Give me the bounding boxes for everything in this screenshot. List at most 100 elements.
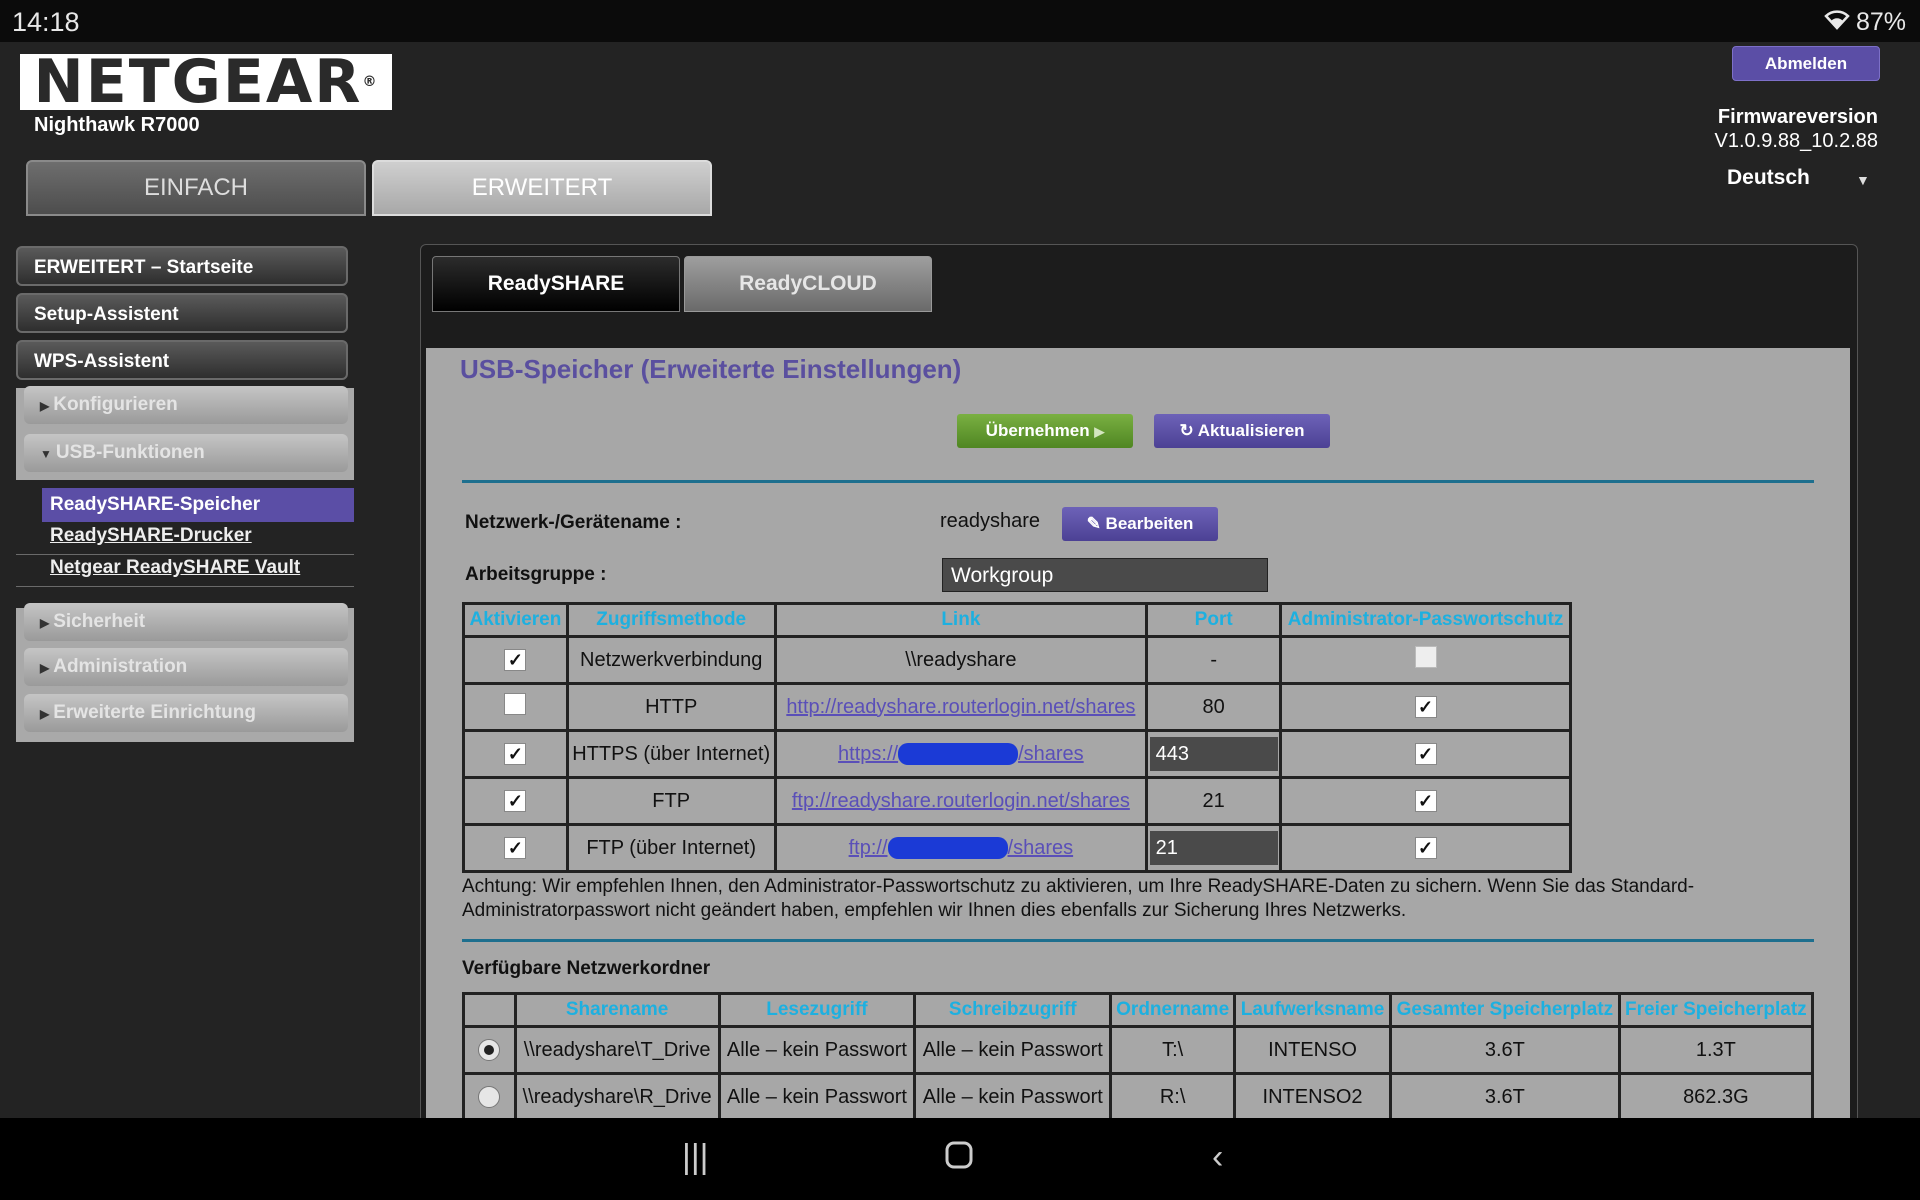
language-select[interactable]: Deutsch [1727,166,1877,190]
drive-name: INTENSO [1233,1025,1392,1075]
drive-name: INTENSO2 [1233,1072,1392,1122]
nav-usb-functions[interactable]: ▼ USB-Funktionen [24,434,348,472]
column-header: Schreibzugriff [913,992,1113,1028]
column-header: Lesezugriff [717,992,917,1028]
table-header-row: Aktivieren Zugriffsmethode Link Port Adm… [462,602,1572,638]
password-protect-checkbox[interactable]: ✓ [1414,789,1437,812]
nav-readyshare-printer[interactable]: ReadySHARE-Drucker [50,525,252,547]
table-row: HTTP http://readyshare.routerlogin.net/s… [462,682,1572,732]
table-row: ✓ Netzwerkverbindung \\readyshare - [462,635,1572,685]
column-header: Ordnername [1109,992,1237,1028]
wifi-icon [1824,8,1850,37]
triangle-down-icon: ▼ [40,447,52,461]
netgear-logo: NETGEAR® [20,54,392,110]
status-right: 87% [1824,8,1906,37]
password-protect-checkbox[interactable]: ✓ [1414,695,1437,718]
model-name: Nighthawk R7000 [34,114,200,136]
share-name: \\readyshare\T_Drive [513,1025,721,1075]
nav-administration[interactable]: ▶ Administration [24,648,348,686]
enable-checkbox[interactable]: ✓ [504,789,527,812]
table-row: ✓ HTTPS (über Internet) https:///shares … [462,729,1572,779]
divider [16,554,354,555]
status-time: 14:18 [12,7,80,37]
warning-text: Achtung: Wir empfehlen Ihnen, den Admini… [462,876,1695,921]
chevron-down-icon[interactable]: ▼ [1856,172,1870,188]
table-row: ✓ FTP (über Internet) ftp:///shares 21 ✓ [462,823,1572,873]
write-access: Alle – kein Passwort [913,1025,1113,1075]
battery-level: 87% [1855,8,1906,36]
access-method: HTTP [565,682,777,732]
nav-setup-wizard[interactable]: Setup-Assistent [16,293,348,333]
column-header: Freier Speicherplatz [1617,992,1815,1028]
tab-erweitert[interactable]: ERWEITERT [372,160,712,216]
tab-einfach[interactable]: EINFACH [26,160,366,216]
access-link[interactable]: ftp:///shares [849,837,1073,860]
folders-title: Verfügbare Netzwerkordner [462,958,711,979]
access-port: 21 [1145,776,1283,826]
nav-readyshare-vault[interactable]: Netgear ReadySHARE Vault [50,557,300,579]
access-link: \\readyshare [773,635,1149,685]
column-header: Sharename [513,992,721,1028]
triangle-right-icon: ▶ [40,399,50,413]
nav-advanced-home[interactable]: ERWEITERT – Startseite [16,246,348,286]
read-access: Alle – kein Passwort [717,1072,917,1122]
table-header-row: Sharename Lesezugriff Schreibzugriff Ord… [462,992,1815,1028]
access-method: FTP (über Internet) [565,823,777,873]
tab-readycloud[interactable]: ReadyCLOUD [684,256,932,312]
port-input[interactable]: 21 [1149,831,1278,865]
password-protect-checkbox[interactable] [1414,646,1437,668]
enable-checkbox[interactable]: ✓ [504,742,527,765]
nav-wps-wizard[interactable]: WPS-Assistent [16,340,348,380]
free-space: 862.3G [1617,1072,1815,1122]
pencil-icon: ✎ [1086,514,1101,533]
nav-advanced-setup[interactable]: ▶ Erweiterte Einrichtung [24,694,348,732]
password-protect-checkbox[interactable]: ✓ [1414,742,1437,765]
refresh-button[interactable]: ↻ Aktualisieren [1154,414,1330,448]
access-link[interactable]: https:///shares [838,743,1084,766]
page-title: USB-Speicher (Erweiterte Einstellungen) [460,354,962,384]
access-table: Aktivieren Zugriffsmethode Link Port Adm… [462,602,1572,873]
total-space: 3.6T [1388,1025,1621,1075]
column-header: Administrator-Passwortschutz [1279,602,1572,638]
apply-button[interactable]: Übernehmen ▶ [957,414,1133,448]
triangle-right-icon: ▶ [40,616,50,630]
back-icon[interactable]: ‹ [1212,1138,1223,1177]
access-link[interactable]: ftp://readyshare.routerlogin.net/shares [792,790,1130,812]
home-icon[interactable] [944,1140,974,1179]
column-header: Laufwerksname [1233,992,1392,1028]
device-name-value: readyshare [940,510,1041,532]
edit-button[interactable]: ✎ Bearbeiten [1062,507,1218,541]
access-method: HTTPS (über Internet) [565,729,777,779]
folder-table: Sharename Lesezugriff Schreibzugriff Ord… [462,992,1815,1122]
nav-readyshare-storage[interactable]: ReadySHARE-Speicher [42,488,354,522]
status-bar [0,0,1920,42]
table-row: ✓ FTP ftp://readyshare.routerlogin.net/s… [462,776,1572,826]
password-protect-checkbox[interactable]: ✓ [1414,836,1437,859]
share-name: \\readyshare\R_Drive [513,1072,721,1122]
triangle-right-icon: ▶ [40,661,50,675]
free-space: 1.3T [1617,1025,1815,1075]
logout-button[interactable]: Abmelden [1732,46,1880,81]
recent-apps-icon[interactable]: ||| [682,1138,709,1177]
enable-checkbox[interactable] [504,693,527,715]
tab-readyshare[interactable]: ReadySHARE [432,256,680,312]
workgroup-label: Arbeitsgruppe : [465,564,607,585]
port-input[interactable]: 443 [1149,737,1278,771]
play-icon: ▶ [1094,424,1105,439]
nav-security[interactable]: ▶ Sicherheit [24,603,348,641]
folder-name: T:\ [1109,1025,1237,1075]
folder-radio[interactable] [478,1039,501,1062]
nav-configure[interactable]: ▶ Konfigurieren [24,386,348,424]
table-row: \\readyshare\T_Drive Alle – kein Passwor… [462,1025,1815,1075]
redacted-blur [898,743,1019,766]
access-link[interactable]: http://readyshare.routerlogin.net/shares [786,696,1135,718]
firmware-version: V1.0.9.88_10.2.88 [1714,130,1878,152]
workgroup-input[interactable]: Workgroup [942,558,1268,592]
divider [16,586,354,587]
access-port: 80 [1145,682,1283,732]
table-row: \\readyshare\R_Drive Alle – kein Passwor… [462,1072,1815,1122]
column-header: Port [1145,602,1283,638]
enable-checkbox[interactable]: ✓ [504,836,527,859]
enable-checkbox[interactable]: ✓ [504,648,527,671]
folder-radio[interactable] [478,1086,501,1109]
